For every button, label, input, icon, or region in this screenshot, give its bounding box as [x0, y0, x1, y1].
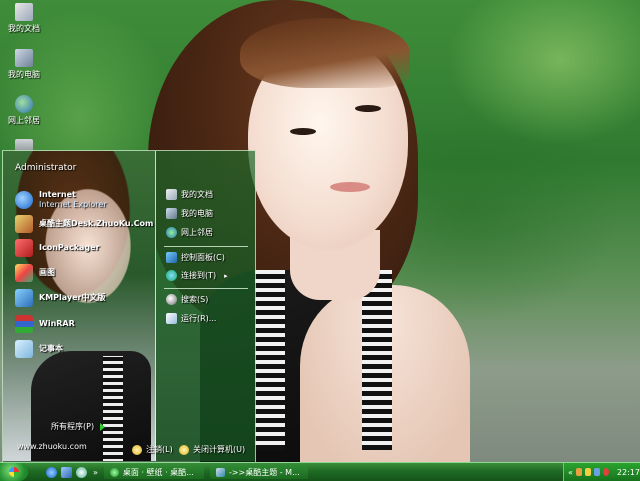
network-icon — [15, 95, 33, 113]
documents-icon — [15, 3, 33, 21]
wallpaper-lips — [330, 182, 370, 192]
documents-icon — [166, 189, 177, 200]
computer-icon — [166, 208, 177, 219]
wallpaper-strap-left — [255, 270, 285, 450]
pinned-item-title: Internet — [39, 190, 76, 199]
windows-logo-icon — [9, 467, 19, 477]
tray-app-icon[interactable] — [575, 468, 582, 476]
notepad-icon — [15, 340, 33, 358]
pinned-item-zhuoku[interactable]: 桌酷主题Desk.ZhuoKu.Com — [15, 215, 153, 233]
pinned-item-sublabel: Internet Explorer — [39, 200, 107, 209]
right-item-label: 连接到(T) — [181, 271, 217, 280]
right-item-run[interactable]: 运行(R)... — [166, 313, 216, 324]
logoff-icon — [132, 444, 142, 455]
zhuoku-theme-icon — [15, 215, 33, 233]
start-menu: Administrator Internet Internet Explorer … — [2, 150, 256, 463]
iconpackager-icon — [15, 239, 33, 257]
right-item-my-documents[interactable]: 我的文档 — [166, 189, 213, 200]
user-name: Administrator — [15, 163, 77, 173]
network-icon — [166, 227, 177, 238]
shutdown-label: 关闭计算机(U) — [193, 445, 246, 454]
all-programs-label: 所有程序(P) — [51, 422, 95, 431]
shutdown-icon — [179, 444, 189, 455]
tray-app-icon[interactable] — [593, 468, 600, 476]
pinned-item-label: Internet Internet Explorer — [39, 190, 107, 210]
arrow-right-icon — [100, 422, 106, 431]
wallpaper-strap-right — [362, 270, 392, 450]
taskbar-button-label: ->>桌酷主题 - M... — [228, 467, 300, 477]
right-item-my-computer[interactable]: 我的电脑 — [166, 208, 213, 219]
pinned-item-notepad[interactable]: 记事本 — [15, 340, 63, 358]
connect-to-icon — [166, 270, 177, 281]
pinned-item-label: KMPlayer中文版 — [39, 293, 106, 302]
internet-explorer-icon — [15, 191, 33, 209]
tray-expand-icon[interactable]: « — [568, 468, 573, 477]
right-item-label: 网上邻居 — [181, 228, 213, 237]
right-item-connect-to[interactable]: 连接到(T) ▸ — [166, 270, 228, 281]
pinned-item-label: IconPackager — [39, 243, 100, 252]
control-panel-icon — [166, 252, 177, 263]
all-programs-button[interactable]: 所有程序(P) — [51, 421, 106, 432]
menu-separator — [164, 288, 248, 289]
right-item-control-panel[interactable]: 控制面板(C) — [166, 252, 225, 263]
right-item-search[interactable]: 搜索(S) — [166, 294, 208, 305]
taskbar: » 桌面 · 壁纸 · 桌酷... ->>桌酷主题 - M... « 22:17 — [0, 462, 640, 481]
quicklaunch-ie-icon[interactable] — [46, 466, 57, 478]
shutdown-button[interactable]: 关闭计算机(U) — [179, 444, 245, 455]
start-menu-left-pane: Administrator Internet Internet Explorer … — [3, 151, 156, 461]
quicklaunch-media-icon[interactable] — [76, 466, 87, 478]
logoff-button[interactable]: 注销(L) — [132, 444, 173, 455]
desktop-icon-label: 我的电脑 — [8, 70, 40, 79]
wallpaper-eye-left — [290, 128, 316, 135]
tray-app-icon[interactable] — [584, 468, 591, 476]
start-menu-pane-art-stripe — [103, 356, 123, 461]
taskbar-button-browser[interactable]: 桌面 · 壁纸 · 桌酷... — [103, 465, 204, 479]
right-item-network[interactable]: 网上邻居 — [166, 227, 213, 238]
desktop-icon-label: 我的文档 — [8, 24, 40, 33]
logoff-label: 注销(L) — [146, 445, 173, 454]
pinned-item-iconpackager[interactable]: IconPackager — [15, 239, 100, 257]
pinned-item-internet[interactable]: Internet Internet Explorer — [15, 190, 107, 210]
submenu-arrow-icon: ▸ — [224, 271, 228, 280]
pinned-item-kmplayer[interactable]: KMPlayer中文版 — [15, 289, 106, 307]
start-button[interactable] — [0, 463, 28, 481]
pinned-item-label: 记事本 — [39, 344, 63, 353]
quicklaunch-overflow-icon[interactable]: » — [93, 468, 98, 477]
pinned-item-winrar[interactable]: WinRAR — [15, 315, 75, 333]
pinned-item-label: 桌酷主题Desk.ZhuoKu.Com — [39, 219, 154, 228]
browser-window-icon — [109, 467, 119, 477]
quicklaunch-show-desktop-icon[interactable] — [61, 466, 72, 478]
desktop-icon-network[interactable]: 网上邻居 — [2, 95, 46, 126]
clock[interactable]: 22:17 — [617, 468, 640, 477]
right-item-label: 控制面板(C) — [181, 253, 225, 262]
taskbar-button-label: 桌面 · 壁纸 · 桌酷... — [122, 467, 194, 477]
website-text: www.zhuoku.com — [17, 442, 87, 451]
tray-app-icon[interactable] — [602, 468, 609, 476]
paint-icon — [15, 264, 33, 282]
menu-separator — [164, 246, 248, 247]
right-item-label: 运行(R)... — [181, 314, 217, 323]
desktop-icon-my-documents[interactable]: 我的文档 — [2, 3, 46, 34]
taskbar-button-ie[interactable]: ->>桌酷主题 - M... — [209, 465, 308, 479]
start-menu-right-pane: 我的文档 我的电脑 网上邻居 控制面板(C) 连接到(T) ▸ 搜索(S) 运行… — [156, 151, 255, 461]
system-tray: « 22:17 — [563, 463, 640, 481]
right-item-label: 我的文档 — [181, 190, 213, 199]
right-item-label: 搜索(S) — [181, 295, 209, 304]
winrar-icon — [15, 315, 33, 333]
desktop-icon-label: 网上邻居 — [8, 116, 40, 125]
pinned-item-paint[interactable]: 画图 — [15, 264, 55, 282]
wallpaper-bangs — [240, 18, 410, 88]
pinned-item-label: WinRAR — [39, 319, 75, 328]
ie-window-icon — [215, 467, 225, 477]
desktop-icon-my-computer[interactable]: 我的电脑 — [2, 49, 46, 80]
kmplayer-icon — [15, 289, 33, 307]
computer-icon — [15, 49, 33, 67]
search-icon — [166, 294, 177, 305]
right-item-label: 我的电脑 — [181, 209, 213, 218]
wallpaper-eye-right — [355, 105, 381, 112]
pinned-item-label: 画图 — [39, 268, 55, 277]
run-icon — [166, 313, 177, 324]
